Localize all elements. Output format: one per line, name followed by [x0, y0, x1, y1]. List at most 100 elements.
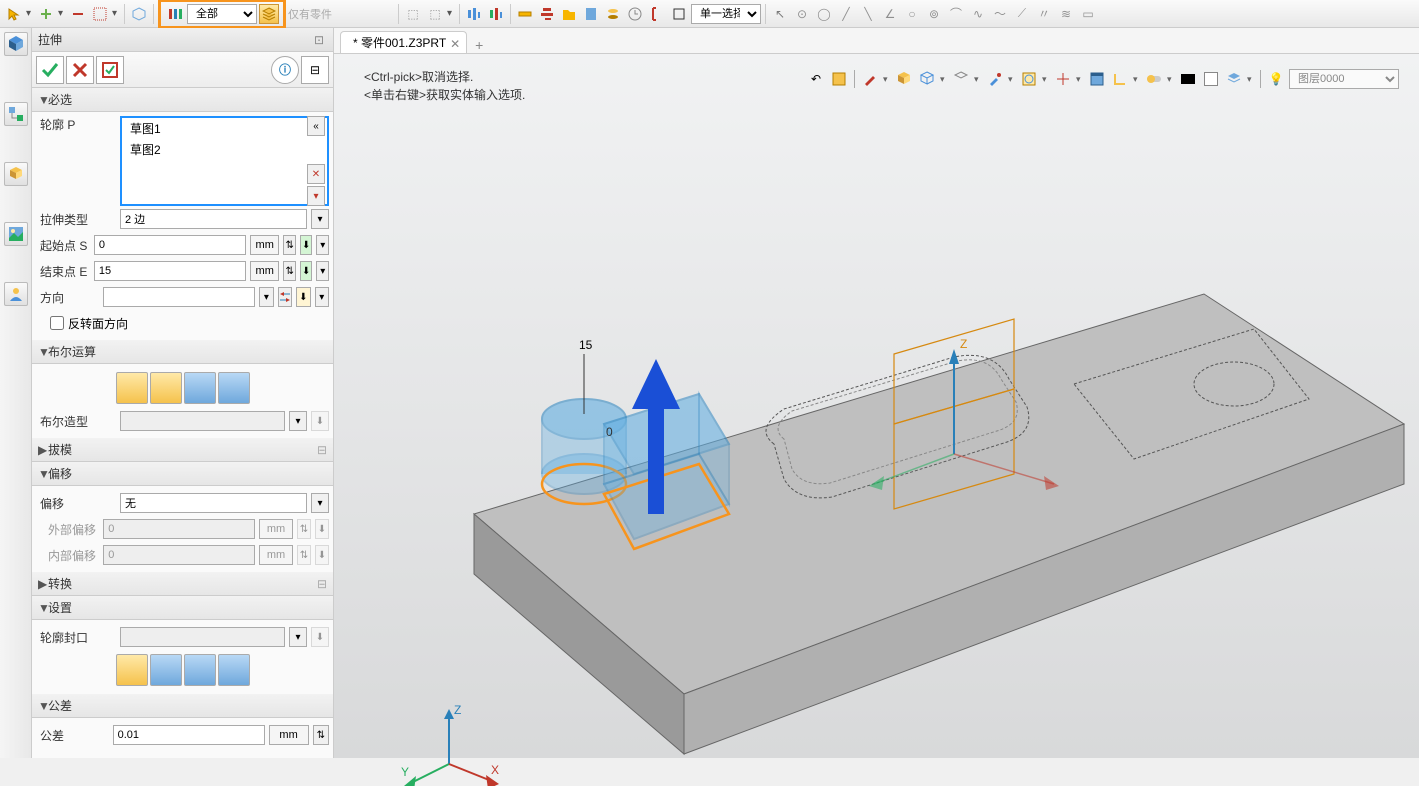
tree-icon[interactable]	[4, 102, 28, 126]
spinner-icon[interactable]: ⇅	[297, 519, 311, 539]
dropdown-icon[interactable]: ▾	[311, 493, 329, 513]
line-tool-icon[interactable]: ╲	[858, 4, 878, 24]
select-mode-dropdown[interactable]: 单一选择	[691, 4, 761, 24]
dropdown-icon[interactable]: ▾	[315, 287, 329, 307]
remove-icon[interactable]	[68, 4, 88, 24]
ruler-icon[interactable]	[515, 4, 535, 24]
arc-tool-icon[interactable]: ⌒	[946, 4, 966, 24]
cap-start-icon[interactable]	[150, 654, 182, 686]
section-required[interactable]: ▼ 必选	[32, 88, 333, 112]
close-icon[interactable]: ✕	[450, 37, 462, 49]
info-button[interactable]: ⓘ	[271, 56, 299, 84]
spinner-icon[interactable]: ⇅	[313, 725, 329, 745]
curve-tool-icon[interactable]: ⟋	[1012, 4, 1032, 24]
spinner-icon[interactable]: ⇅	[283, 261, 296, 281]
flip-icon[interactable]	[278, 287, 292, 307]
circle-tool-icon[interactable]: ○	[902, 4, 922, 24]
settings-button[interactable]: ⊟	[301, 56, 329, 84]
bool-shape-input[interactable]	[120, 411, 285, 431]
spline-tool-icon[interactable]: ～	[990, 4, 1010, 24]
dimension-value[interactable]: 15	[579, 338, 593, 352]
pin-icon[interactable]: ⊡	[309, 30, 329, 50]
circle-tool-icon[interactable]: ⊙	[792, 4, 812, 24]
cap-both-icon[interactable]	[116, 654, 148, 686]
dropdown-arrow-icon[interactable]: ▾	[58, 8, 66, 19]
bracket-icon[interactable]	[647, 4, 667, 24]
clear-icon[interactable]: ✕	[307, 164, 325, 184]
grid-select-icon[interactable]	[90, 4, 110, 24]
align-icon[interactable]	[464, 4, 484, 24]
dropdown-icon[interactable]: ▾	[289, 411, 307, 431]
pick-icon[interactable]: ⬇	[311, 627, 329, 647]
box-yellow-icon[interactable]	[4, 162, 28, 186]
direction-input[interactable]	[103, 287, 255, 307]
hex-icon[interactable]	[129, 4, 149, 24]
dropdown-arrow-icon[interactable]: ▾	[26, 8, 34, 19]
apply-button[interactable]	[96, 56, 124, 84]
dropdown-icon[interactable]: ▾	[259, 287, 273, 307]
bool-cut-icon[interactable]	[184, 372, 216, 404]
user-icon[interactable]	[4, 282, 28, 306]
cancel-button[interactable]	[66, 56, 94, 84]
section-settings[interactable]: ▼ 设置	[32, 596, 333, 620]
section-transform[interactable]: ▶ 转换 ⊟	[32, 572, 333, 596]
ok-button[interactable]	[36, 56, 64, 84]
wave-tool-icon[interactable]: ∿	[968, 4, 988, 24]
pick-icon[interactable]: ⬇	[315, 545, 329, 565]
list-item[interactable]: 草图2	[126, 139, 323, 160]
profile-list[interactable]: 草图1 草图2	[120, 116, 329, 206]
dropdown-icon[interactable]: ▾	[311, 209, 329, 229]
tool-icon[interactable]: ⬚	[425, 4, 445, 24]
filter-icon[interactable]	[165, 4, 185, 24]
pick-icon[interactable]: ⬇	[315, 519, 329, 539]
extrude-type-input[interactable]	[120, 209, 307, 229]
section-tolerance[interactable]: ▼ 公差	[32, 694, 333, 718]
layers-tool-icon[interactable]: ≋	[1056, 4, 1076, 24]
start-input[interactable]	[94, 235, 246, 255]
tolerance-input[interactable]	[113, 725, 265, 745]
pointer-icon[interactable]	[4, 4, 24, 24]
spinner-icon[interactable]: ⇅	[283, 235, 296, 255]
viewport[interactable]: * 零件001.Z3PRT ✕ + <Ctrl-pick>取消选择. <单击右键…	[334, 28, 1419, 758]
section-boolean[interactable]: ▼ 布尔运算	[32, 340, 333, 364]
dropdown-icon[interactable]: ▾	[316, 261, 329, 281]
tool-icon[interactable]: ⬚	[403, 4, 423, 24]
line-tool-icon[interactable]: ╱	[836, 4, 856, 24]
stack-icon[interactable]	[603, 4, 623, 24]
box-tool-icon[interactable]: ▭	[1078, 4, 1098, 24]
dropdown-icon[interactable]: ▾	[289, 627, 307, 647]
inner-offset-input[interactable]	[103, 545, 255, 565]
list-item[interactable]: 草图1	[126, 118, 323, 139]
section-draft[interactable]: ▶ 拔模 ⊟	[32, 438, 333, 462]
add-icon[interactable]	[36, 4, 56, 24]
add-tab-button[interactable]: +	[469, 37, 489, 53]
sheet-icon[interactable]	[581, 4, 601, 24]
align-icon[interactable]	[486, 4, 506, 24]
dropdown-arrow-icon[interactable]: ▾	[447, 8, 455, 19]
cursor-icon[interactable]: ↖	[770, 4, 790, 24]
apply-icon[interactable]: ⬇	[296, 287, 310, 307]
angle-tool-icon[interactable]: ∠	[880, 4, 900, 24]
dropdown-arrow-icon[interactable]: ▾	[112, 8, 120, 19]
expand-up-icon[interactable]: «	[307, 116, 325, 136]
reverse-checkbox[interactable]	[50, 316, 64, 330]
offset-input[interactable]	[120, 493, 307, 513]
square-icon[interactable]	[669, 4, 689, 24]
cap-input[interactable]	[120, 627, 285, 647]
filter-select[interactable]: 全部	[187, 4, 257, 24]
dropdown-icon[interactable]: ▾	[316, 235, 329, 255]
canvas-3d[interactable]: Z	[334, 54, 1419, 786]
image-icon[interactable]	[4, 222, 28, 246]
cap-end-icon[interactable]	[184, 654, 216, 686]
bool-intersect-icon[interactable]	[218, 372, 250, 404]
apply-icon[interactable]: ⬇	[300, 261, 313, 281]
spinner-icon[interactable]: ⇅	[297, 545, 311, 565]
bool-add-icon[interactable]	[150, 372, 182, 404]
section-offset[interactable]: ▼ 偏移	[32, 462, 333, 486]
dropdown-icon[interactable]: ▾	[307, 186, 325, 206]
layer-unlock-icon[interactable]	[259, 4, 279, 24]
parallel-tool-icon[interactable]: 〃	[1034, 4, 1054, 24]
circle3-tool-icon[interactable]: ⊚	[924, 4, 944, 24]
tab-active[interactable]: * 零件001.Z3PRT ✕	[340, 31, 467, 53]
align-h-icon[interactable]	[537, 4, 557, 24]
